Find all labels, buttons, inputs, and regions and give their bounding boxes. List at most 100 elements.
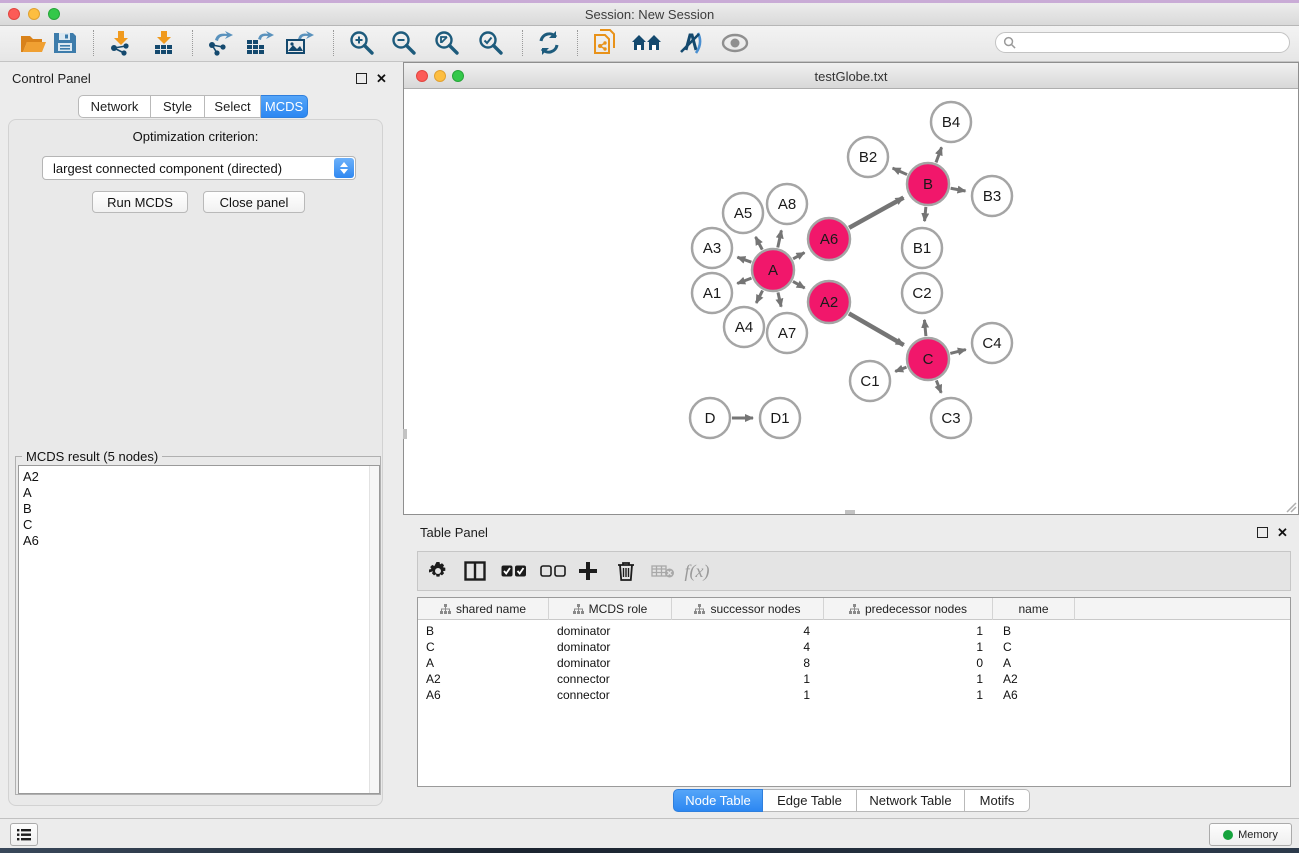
mcds-result-item[interactable]: C (19, 517, 379, 533)
graph-node-A1[interactable]: A1 (692, 273, 732, 313)
graph-edge-B-B4[interactable] (936, 147, 942, 162)
graph-node-C1[interactable]: C1 (850, 361, 890, 401)
mcds-result-item[interactable]: A2 (19, 469, 379, 485)
network-canvas[interactable]: AA1A2A3A4A5A6A7A8BB1B2B3B4CC1C2C3C4DD1 (404, 89, 1298, 514)
task-history-button[interactable] (10, 823, 38, 846)
list-scrollbar[interactable] (369, 466, 379, 793)
graph-edge-C-C1[interactable] (895, 367, 906, 371)
graph-node-A3[interactable]: A3 (692, 228, 732, 268)
mcds-result-item[interactable]: B (19, 501, 379, 517)
table-row[interactable]: A2connector11A2 (418, 671, 1290, 687)
column-header-shared-name[interactable]: shared name (418, 598, 549, 620)
deselect-all-icon[interactable] (536, 556, 570, 586)
graph-node-A7[interactable]: A7 (767, 313, 807, 353)
open-file-icon[interactable] (15, 27, 51, 59)
graph-node-D[interactable]: D (690, 398, 730, 438)
optimization-criterion-select[interactable]: largest connected component (directed) (42, 156, 356, 180)
column-header-successor-nodes[interactable]: successor nodes (672, 598, 824, 620)
table-row[interactable]: A6connector11A6 (418, 687, 1290, 703)
graph-node-B1[interactable]: B1 (902, 228, 942, 268)
network-window-titlebar[interactable]: testGlobe.txt (404, 63, 1298, 89)
graph-node-C4[interactable]: C4 (972, 323, 1012, 363)
tab-network-table[interactable]: Network Table (857, 789, 965, 812)
export-table-icon[interactable] (241, 27, 277, 59)
delete-column-icon[interactable] (609, 556, 643, 586)
graph-node-A6[interactable]: A6 (808, 218, 850, 260)
cybrowser-icon[interactable] (629, 27, 665, 59)
graph-node-B4[interactable]: B4 (931, 102, 971, 142)
eye-icon[interactable] (717, 27, 753, 59)
graph-edge-A-A1[interactable] (737, 278, 751, 283)
column-header-mcds-role[interactable]: MCDS role (549, 598, 672, 620)
graph-node-B[interactable]: B (907, 163, 949, 205)
clone-network-icon[interactable] (587, 27, 623, 59)
run-mcds-button[interactable]: Run MCDS (92, 191, 188, 213)
column-header-predecessor-nodes[interactable]: predecessor nodes (824, 598, 993, 620)
tab-style[interactable]: Style (151, 95, 205, 118)
table-panel-close-button[interactable]: ✕ (1277, 527, 1288, 538)
export-image-icon[interactable] (281, 27, 317, 59)
graph-edge-B-B1[interactable] (925, 207, 926, 221)
close-panel-button[interactable]: Close panel (203, 191, 305, 213)
mcds-result-item[interactable]: A6 (19, 533, 379, 549)
table-row[interactable]: Bdominator41B (418, 623, 1290, 639)
search-input[interactable] (995, 32, 1290, 53)
control-panel-close-button[interactable]: ✕ (376, 73, 387, 84)
delete-table-icon[interactable] (646, 556, 680, 586)
tab-node-table[interactable]: Node Table (673, 789, 763, 812)
graph-edge-C-C3[interactable] (936, 380, 941, 392)
graph-edge-A-A5[interactable] (756, 237, 763, 250)
graph-edge-A-A7[interactable] (778, 292, 781, 306)
node-table[interactable]: shared name MCDS role successor nodes pr… (417, 597, 1291, 787)
import-network-icon[interactable] (102, 27, 138, 59)
graph-node-B3[interactable]: B3 (972, 176, 1012, 216)
mcds-result-item[interactable]: A (19, 485, 379, 501)
tab-edge-table[interactable]: Edge Table (763, 789, 857, 812)
tab-motifs[interactable]: Motifs (965, 789, 1030, 812)
resize-handle-icon[interactable] (1285, 501, 1297, 513)
graph-edge-C-C2[interactable] (924, 320, 925, 336)
import-table-icon[interactable] (146, 27, 182, 59)
save-session-icon[interactable] (47, 27, 83, 59)
zoom-selected-icon[interactable] (473, 27, 509, 59)
tab-mcds[interactable]: MCDS (261, 95, 308, 118)
graph-node-D1[interactable]: D1 (760, 398, 800, 438)
graph-node-C3[interactable]: C3 (931, 398, 971, 438)
table-panel-float-button[interactable] (1257, 527, 1268, 538)
gear-icon[interactable] (421, 556, 455, 586)
graph-edge-A2-C[interactable] (849, 313, 904, 345)
zoom-in-icon[interactable] (344, 27, 380, 59)
table-row[interactable]: Adominator80A (418, 655, 1290, 671)
split-columns-icon[interactable] (458, 556, 492, 586)
graph-edge-A6-B[interactable] (849, 198, 903, 228)
graph-edge-A-A3[interactable] (737, 257, 751, 262)
graph-node-A5[interactable]: A5 (723, 193, 763, 233)
refresh-layout-icon[interactable] (531, 27, 567, 59)
graph-node-A2[interactable]: A2 (808, 281, 850, 323)
zoom-out-icon[interactable] (386, 27, 422, 59)
control-panel-float-button[interactable] (356, 73, 367, 84)
graph-edge-A-A4[interactable] (756, 290, 762, 302)
function-builder-icon[interactable]: f(x) (680, 556, 714, 586)
graph-edge-A-A6[interactable] (793, 253, 804, 259)
graph-edge-A-A8[interactable] (778, 230, 782, 247)
tab-select[interactable]: Select (205, 95, 261, 118)
column-header-name[interactable]: name (993, 598, 1075, 620)
graph-edge-B-B3[interactable] (951, 188, 966, 191)
mcds-result-list[interactable]: A2ABCA6 (18, 465, 380, 794)
graph-node-A4[interactable]: A4 (724, 307, 764, 347)
graph-node-B2[interactable]: B2 (848, 137, 888, 177)
memory-button[interactable]: Memory (1209, 823, 1292, 846)
add-column-icon[interactable] (571, 556, 605, 586)
tab-network[interactable]: Network (78, 95, 151, 118)
zoom-fit-icon[interactable] (429, 27, 465, 59)
export-network-icon[interactable] (201, 27, 237, 59)
table-row[interactable]: Cdominator41C (418, 639, 1290, 655)
select-all-icon[interactable] (497, 556, 531, 586)
graph-node-C2[interactable]: C2 (902, 273, 942, 313)
graph-edge-A-A2[interactable] (793, 281, 805, 288)
graph-edge-C-C4[interactable] (950, 350, 965, 354)
graph-edge-B-B2[interactable] (893, 168, 907, 174)
graph-node-C[interactable]: C (907, 338, 949, 380)
graph-node-A[interactable]: A (752, 249, 794, 291)
